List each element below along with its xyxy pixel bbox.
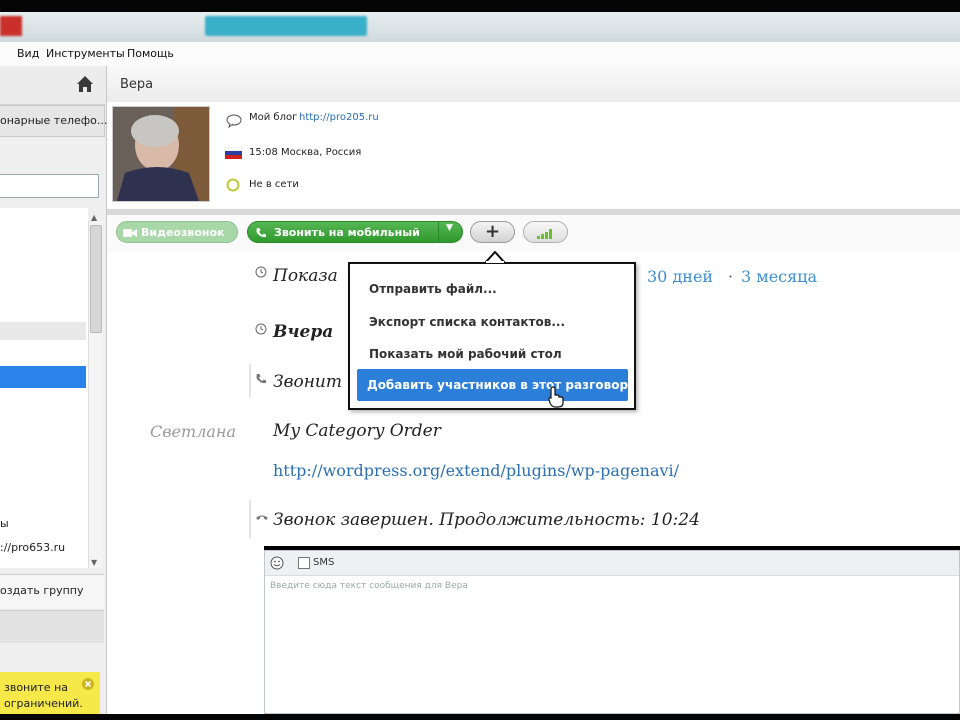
input-left-gutter [107,546,264,714]
landline-phones-button[interactable]: онарные телефо... [0,105,108,137]
blog-link[interactable]: http://pro205.ru [299,112,379,123]
contact-name: Вера [120,77,154,92]
input-toolbar: SMS [265,551,959,576]
call-event-text: Звонит [273,372,342,392]
menu-item-add-participants[interactable]: Добавить участников в этот разговор [357,369,628,401]
taskbar [0,12,960,42]
date-divider-yesterday: Вчера [273,322,334,342]
sms-checkbox[interactable] [298,557,310,569]
taskbar-item[interactable] [395,16,545,36]
call-event-border [249,500,251,538]
promo-text-line: звоните на [4,681,69,694]
menu-item-share-screen[interactable]: Показать мой рабочий стол [369,347,562,361]
contact-text-line: ы [0,517,9,530]
call-event-border [249,364,251,398]
bottom-black-band [0,714,960,720]
promo-text-line: ограничений. [4,697,83,710]
chevron-down-icon: ▼ [446,223,453,233]
call-ended-text: Звонок завершен. Продолжительность: 10:2… [273,510,700,530]
avatar[interactable] [112,106,210,202]
clock-icon [255,266,267,278]
hand-cursor-icon [548,386,564,408]
signal-bars-icon [537,229,552,239]
promo-notice: звоните на ограничений. [0,672,100,714]
menubar: Вид Инструменты Помощь [0,42,960,67]
add-actions-button[interactable]: + [470,221,515,243]
menu-help[interactable]: Помощь [127,47,174,60]
contact-list-group-row[interactable] [0,322,86,340]
landline-phones-label: онарные телефо... [0,114,108,127]
menu-tools[interactable]: Инструменты [46,47,125,60]
video-call-label: Видеозвонок [141,226,225,239]
taskbar-item[interactable] [0,16,22,36]
home-icon[interactable] [76,75,94,93]
phone-icon [256,374,266,384]
menu-view[interactable]: Вид [17,47,39,60]
call-ended-icon [256,515,268,520]
menu-item-export-contacts[interactable]: Экспорт списка контактов... [369,315,565,329]
message-text: My Category Order [273,421,441,441]
history-period-separator: · [728,267,734,286]
scroll-down-arrow-icon[interactable]: ▼ [91,558,97,567]
message-sender: Светлана [150,422,236,441]
sms-label: SMS [313,557,335,568]
sidebar-bottom-bar [0,610,104,643]
message-link[interactable]: http://wordpress.org/extend/plugins/wp-p… [273,461,679,480]
top-black-band [0,0,960,12]
history-period-3-months[interactable]: 3 месяца [741,267,817,286]
speech-bubble-icon [226,114,242,128]
local-time-location: 15:08 Москва, Россия [249,147,362,158]
contact-list [0,208,88,568]
contact-search-input[interactable] [0,174,99,198]
phone-icon [256,228,266,238]
conversation-header: Вера [107,66,960,103]
video-camera-icon [123,229,137,237]
taskbar-item[interactable] [40,16,160,36]
message-input-placeholder: Введите сюда текст сообщения для Вера [270,581,468,591]
online-status: Не в сети [249,179,299,190]
scroll-up-arrow-icon[interactable]: ▲ [91,213,97,222]
history-period-30-days[interactable]: 30 дней [647,267,713,286]
call-mobile-label: Звонить на мобильный [274,226,420,239]
menu-item-send-file[interactable]: Отправить файл... [369,282,497,296]
call-mobile-button[interactable]: Звонить на мобильный [247,221,463,243]
scrollbar-thumb[interactable] [90,225,102,333]
emoticon-icon[interactable] [270,556,284,570]
history-show-label: Показа [273,266,338,286]
russia-flag-icon [225,147,242,159]
create-group-button[interactable]: оздать группу [0,574,104,609]
contact-text-line: ://pro653.ru [0,541,66,554]
taskbar-item-active[interactable] [205,16,367,36]
video-call-button[interactable]: Видеозвонок [116,221,238,243]
call-options-dropdown[interactable]: ▼ [438,221,463,243]
clock-icon [255,323,267,335]
menu-item-add-participants-label: Добавить участников в этот разговор [367,378,629,392]
blog-label: Мой блог [249,112,298,123]
home-bar [0,66,106,105]
offline-status-icon [226,178,240,192]
call-quality-button[interactable] [523,221,568,243]
contact-list-selected-row[interactable] [0,366,86,388]
menu-pointer-arrow [485,251,505,263]
create-group-label: оздать группу [0,584,84,597]
close-icon[interactable] [81,677,95,691]
